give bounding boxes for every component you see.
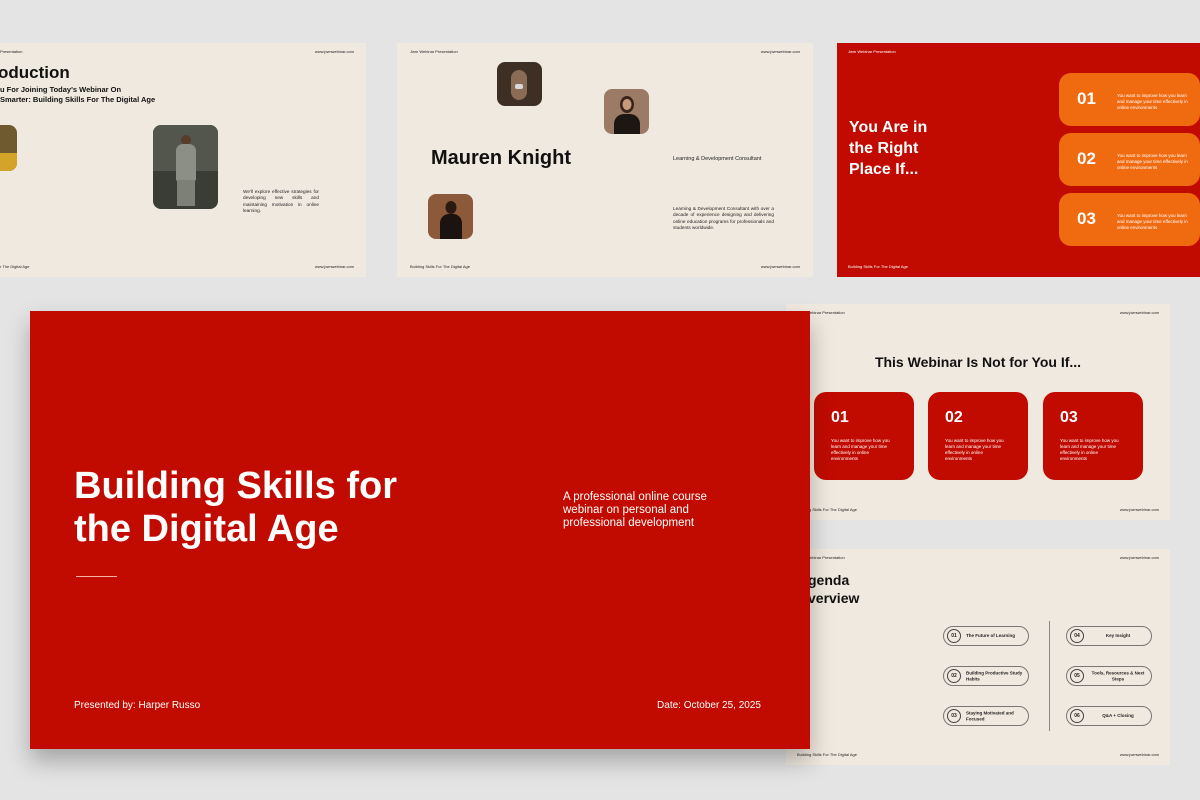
intro-description: We'll explore effective strategies for d… bbox=[243, 189, 319, 214]
agenda-item-number: 02 bbox=[947, 669, 961, 683]
agenda-title-line2: verview bbox=[808, 590, 860, 606]
not-for-card-number: 01 bbox=[831, 409, 849, 426]
not-for-header-right: www.jwmwebinar.com bbox=[1119, 310, 1159, 315]
main-slide[interactable]: Building Skills for the Digital Age A pr… bbox=[30, 311, 810, 749]
right-place-title-line1: You Are in bbox=[849, 119, 928, 136]
right-place-card-text: You want to improve how you learn and ma… bbox=[1117, 213, 1188, 231]
not-for-card-1: 01 You want to improve how you learn and… bbox=[814, 392, 914, 480]
main-date: Date: October 25, 2025 bbox=[657, 700, 761, 711]
agenda-item-text: Tools, Resources & Next Steps bbox=[1091, 670, 1145, 681]
right-place-footer-left: Building Skills For The Digital Age bbox=[848, 264, 908, 269]
not-for-card-number: 03 bbox=[1060, 409, 1078, 426]
agenda-item-number: 03 bbox=[947, 709, 961, 723]
agenda-item-number: 01 bbox=[947, 629, 961, 643]
main-description-line3: professional development bbox=[563, 517, 695, 529]
agenda-item-5: 05 Tools, Resources & Next Steps bbox=[1066, 666, 1152, 686]
agenda-footer-left: Building Skills For The Digital Age bbox=[797, 752, 857, 757]
speaker-name: Mauren Knight bbox=[431, 147, 571, 169]
right-place-header-left: Jwm Webinar Presentation bbox=[848, 49, 896, 54]
not-for-footer-right: www.jwmwebinar.com bbox=[1119, 507, 1159, 512]
agenda-divider bbox=[1049, 621, 1050, 731]
right-place-card-text: You want to improve how you learn and ma… bbox=[1117, 153, 1188, 171]
right-place-card-1: 01 You want to improve how you learn and… bbox=[1059, 73, 1200, 126]
not-for-card-3: 03 You want to improve how you learn and… bbox=[1043, 392, 1143, 480]
speaker-footer-right: www.jwmwebinar.com bbox=[760, 264, 800, 269]
right-place-slide[interactable]: Jwm Webinar Presentation You Are in the … bbox=[837, 43, 1200, 277]
main-divider bbox=[76, 576, 117, 577]
right-place-card-number: 03 bbox=[1077, 209, 1096, 228]
agenda-item-2: 02 Building Productive Study Habits bbox=[943, 666, 1029, 686]
not-for-card-number: 02 bbox=[945, 409, 963, 426]
not-for-card-text: You want to improve how you learn and ma… bbox=[1060, 438, 1119, 462]
main-presenter: Presented by: Harper Russo bbox=[74, 700, 201, 711]
right-place-title-line3: Place If... bbox=[849, 161, 919, 178]
right-place-card-text: You want to improve how you learn and ma… bbox=[1117, 93, 1188, 111]
agenda-item-text: Key Insight bbox=[1105, 633, 1131, 639]
not-for-card-text: You want to improve how you learn and ma… bbox=[831, 438, 890, 462]
intro-footer-right: www.jwmwebinar.com bbox=[314, 264, 354, 269]
speaker-bio: Learning & Development Consultant with o… bbox=[673, 206, 774, 231]
agenda-item-text: Q&A + Closing bbox=[1102, 713, 1134, 719]
agenda-item-3: 03 Staying Motivated and Focused bbox=[943, 706, 1029, 726]
speaker-header-left: Jwm Webinar Presentation bbox=[410, 49, 458, 54]
speaker-header-right: www.jwmwebinar.com bbox=[760, 49, 800, 54]
speaker-photo-portrait bbox=[604, 89, 649, 134]
agenda-item-number: 04 bbox=[1070, 629, 1084, 643]
main-title-line2: the Digital Age bbox=[74, 508, 339, 550]
agenda-item-number: 05 bbox=[1070, 669, 1084, 683]
agenda-header-right: www.jwmwebinar.com bbox=[1119, 555, 1159, 560]
agenda-item-1: 01 The Future of Learning bbox=[943, 626, 1029, 646]
intro-photo-left bbox=[0, 125, 17, 171]
intro-title: oduction bbox=[0, 63, 70, 82]
speaker-photo-hand bbox=[497, 62, 542, 106]
right-place-card-2: 02 You want to improve how you learn and… bbox=[1059, 133, 1200, 186]
not-for-card-2: 02 You want to improve how you learn and… bbox=[928, 392, 1028, 480]
speaker-photo-bottom bbox=[428, 194, 473, 239]
agenda-item-6: 06 Q&A + Closing bbox=[1066, 706, 1152, 726]
not-for-title: This Webinar Is Not for You If... bbox=[874, 354, 1082, 370]
right-place-card-number: 02 bbox=[1077, 149, 1096, 168]
agenda-title-line1: genda bbox=[808, 572, 850, 588]
intro-footer-left: r The Digital Age bbox=[0, 264, 30, 269]
agenda-item-4: 04 Key Insight bbox=[1066, 626, 1152, 646]
agenda-item-text: The Future of Learning bbox=[966, 633, 1015, 639]
main-description-line2: webinar on personal and bbox=[563, 504, 689, 516]
agenda-footer-right: www.jwmwebinar.com bbox=[1119, 752, 1159, 757]
speaker-role: Learning & Development Consultant bbox=[673, 156, 762, 162]
agenda-item-text: Building Productive Study Habits bbox=[966, 670, 1023, 681]
right-place-card-3: 03 You want to improve how you learn and… bbox=[1059, 193, 1200, 246]
intro-slide[interactable]: Presentation www.jwmwebinar.com oduction… bbox=[0, 43, 366, 277]
agenda-item-number: 06 bbox=[1070, 709, 1084, 723]
main-title-line1: Building Skills for bbox=[74, 465, 398, 507]
right-place-title-line2: the Right bbox=[849, 140, 919, 157]
right-place-card-number: 01 bbox=[1077, 89, 1096, 108]
speaker-slide[interactable]: Jwm Webinar Presentation www.jwmwebinar.… bbox=[397, 43, 813, 277]
agenda-item-text: Staying Motivated and Focused bbox=[966, 710, 1014, 721]
agenda-slide[interactable]: Jwm Webinar Presentation www.jwmwebinar.… bbox=[786, 549, 1170, 765]
intro-subtitle-line1: u For Joining Today's Webinar On bbox=[0, 85, 122, 94]
speaker-footer-left: Building Skills For The Digital Age bbox=[410, 264, 470, 269]
intro-header-left: Presentation bbox=[0, 49, 23, 54]
main-description-line1: A professional online course bbox=[563, 491, 707, 503]
intro-header-right: www.jwmwebinar.com bbox=[314, 49, 354, 54]
not-for-slide[interactable]: Jwm Webinar Presentation www.jwmwebinar.… bbox=[786, 304, 1170, 520]
intro-photo-woman bbox=[153, 125, 218, 209]
intro-subtitle-line2: Smarter: Building Skills For The Digital… bbox=[0, 95, 156, 104]
not-for-card-text: You want to improve how you learn and ma… bbox=[945, 438, 1004, 462]
